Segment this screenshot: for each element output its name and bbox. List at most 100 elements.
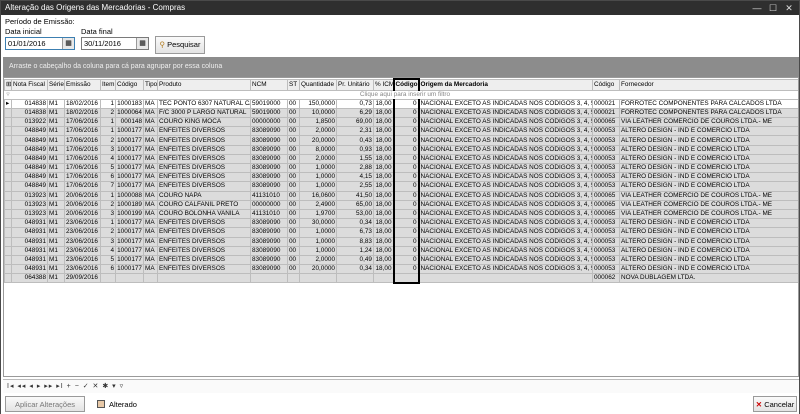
table-cell[interactable]: COURO CALFANIL PRETO xyxy=(157,199,251,210)
table-cell[interactable]: M1 xyxy=(47,126,65,137)
row-indicator[interactable] xyxy=(4,126,12,137)
table-cell[interactable]: 83089090 xyxy=(250,181,288,192)
table-cell[interactable]: 00 xyxy=(287,135,300,146)
table-row[interactable]: 013923 M1 20/06/2016 1 1000088 MA COURO NAPA 41… xyxy=(4,190,798,201)
table-cell[interactable]: VIA LEATHER COMERCIO DE COUROS LTDA.- ME xyxy=(619,190,798,201)
table-cell[interactable]: ALTERO DESIGN - IND E COMERCIO LTDA xyxy=(619,172,798,183)
column-header[interactable]: Código xyxy=(592,78,620,91)
table-cell[interactable]: 29/09/2016 xyxy=(64,273,101,284)
table-cell[interactable]: 0 xyxy=(392,162,420,174)
table-cell[interactable]: 1 xyxy=(100,218,116,229)
table-cell[interactable] xyxy=(143,273,158,284)
table-row[interactable]: 048931 M1 23/06/2016 6 1000177 MA ENFEITES DIV… xyxy=(4,264,798,275)
table-cell[interactable]: 2,31 xyxy=(336,126,374,137)
table-cell[interactable]: ALTERO DESIGN - IND E COMERCIO LTDA xyxy=(619,153,798,165)
table-cell[interactable]: 00 xyxy=(287,227,300,238)
table-cell[interactable]: 048849 xyxy=(11,162,48,174)
start-date-input[interactable]: 01/01/2016 ▦ xyxy=(5,37,75,50)
table-cell[interactable]: 1000177 xyxy=(115,218,144,229)
table-cell[interactable]: 2 xyxy=(100,107,116,119)
table-cell[interactable]: 3 xyxy=(100,236,116,247)
table-cell[interactable]: 1000177 xyxy=(115,236,144,247)
table-cell[interactable]: MA xyxy=(143,117,158,128)
table-cell[interactable]: 1,0000 xyxy=(299,227,337,238)
table-cell[interactable]: 1,9700 xyxy=(299,208,337,220)
table-cell[interactable]: 1000177 xyxy=(115,227,144,238)
table-cell[interactable]: NACIONAL EXCETO AS INDICADAS NOS CODIGOS… xyxy=(418,218,593,229)
table-cell[interactable]: 000065 xyxy=(592,208,620,220)
table-cell[interactable]: 000053 xyxy=(592,218,620,229)
table-row[interactable]: 048849 M1 17/06/2016 2 1000177 MA ENFEITES DIV… xyxy=(4,135,798,146)
table-cell[interactable]: 6 xyxy=(100,264,116,275)
table-cell[interactable]: M1 xyxy=(47,162,65,174)
table-cell[interactable]: 18/02/2016 xyxy=(64,98,101,109)
table-cell[interactable]: ENFEITES DIVERSOS xyxy=(157,181,251,192)
table-cell[interactable]: 18,00 xyxy=(373,162,394,174)
table-cell[interactable]: ALTERO DESIGN - IND E COMERCIO LTDA xyxy=(619,236,798,247)
table-cell[interactable]: 4,15 xyxy=(336,172,374,183)
table-cell[interactable] xyxy=(250,273,288,284)
table-cell[interactable]: M1 xyxy=(47,273,65,284)
table-cell[interactable]: 7 xyxy=(100,181,116,192)
row-indicator[interactable] xyxy=(4,153,12,165)
table-cell[interactable]: 1000064 xyxy=(115,107,144,119)
row-indicator[interactable] xyxy=(4,117,12,128)
row-indicator[interactable] xyxy=(4,227,12,238)
table-cell[interactable]: 0 xyxy=(392,218,420,229)
table-cell[interactable]: NACIONAL EXCETO AS INDICADAS NOS CODIGOS… xyxy=(418,172,593,183)
table-cell[interactable]: 20/06/2016 xyxy=(64,190,101,201)
table-cell[interactable]: NACIONAL EXCETO AS INDICADAS NOS CODIGOS… xyxy=(418,227,593,238)
table-cell[interactable]: 83089090 xyxy=(250,254,288,266)
table-cell[interactable]: MA xyxy=(143,135,158,146)
table-cell[interactable]: 1,0000 xyxy=(299,172,337,183)
table-cell[interactable]: 83089090 xyxy=(250,126,288,137)
table-cell[interactable]: 0 xyxy=(392,153,420,165)
table-cell[interactable]: 1000177 xyxy=(115,264,144,275)
search-button[interactable]: ⚲ Pesquisar xyxy=(155,36,205,54)
table-cell[interactable]: 83089090 xyxy=(250,218,288,229)
table-cell[interactable]: 000053 xyxy=(592,126,620,137)
table-cell[interactable]: 30,0000 xyxy=(299,218,337,229)
column-header[interactable]: Emissão xyxy=(64,78,101,91)
table-row[interactable]: 048849 M1 17/06/2016 4 1000177 MA ENFEITES DIV… xyxy=(4,153,798,165)
table-cell[interactable]: 2 xyxy=(100,135,116,146)
table-cell[interactable]: 000053 xyxy=(592,162,620,174)
table-row[interactable]: 048849 M1 17/06/2016 6 1000177 MA ENFEITES DIV… xyxy=(4,172,798,183)
table-cell[interactable]: M1 xyxy=(47,245,65,256)
table-cell[interactable]: 5 xyxy=(100,162,116,174)
table-cell[interactable]: 2 xyxy=(100,199,116,210)
table-cell[interactable]: M1 xyxy=(47,208,65,220)
column-header[interactable]: % ICMS xyxy=(373,78,394,91)
table-cell[interactable]: 8,83 xyxy=(336,236,374,247)
table-cell[interactable]: 0,49 xyxy=(336,254,374,266)
table-cell[interactable]: 0 xyxy=(392,144,420,155)
table-cell[interactable]: 048931 xyxy=(11,254,48,266)
table-cell[interactable]: 69,00 xyxy=(336,117,374,128)
table-cell[interactable]: 00 xyxy=(287,117,300,128)
column-header[interactable]: Tipo xyxy=(143,78,158,91)
table-cell[interactable]: 1,0000 xyxy=(299,181,337,192)
table-cell[interactable]: 83089090 xyxy=(250,227,288,238)
table-row[interactable]: 013923 M1 20/06/2016 3 1000199 MA COURO BOLONH… xyxy=(4,208,798,220)
table-cell[interactable]: 1,0000 xyxy=(299,162,337,174)
table-cell[interactable]: 048931 xyxy=(11,218,48,229)
row-indicator[interactable] xyxy=(4,245,12,256)
table-cell[interactable]: 18,00 xyxy=(373,98,394,109)
table-cell[interactable]: 1000199 xyxy=(115,208,144,220)
table-cell[interactable]: 23/06/2016 xyxy=(64,236,101,247)
table-cell[interactable]: MA xyxy=(143,227,158,238)
table-cell[interactable]: MA xyxy=(143,208,158,220)
table-cell[interactable]: NOVA DUBLAGEM LTDA. xyxy=(619,273,798,284)
table-cell[interactable]: 00 xyxy=(287,218,300,229)
table-cell[interactable]: 064388 xyxy=(11,273,48,284)
table-cell[interactable]: NACIONAL EXCETO AS INDICADAS NOS CODIGOS… xyxy=(418,190,593,201)
column-header[interactable]: ST xyxy=(287,78,300,91)
row-indicator[interactable] xyxy=(4,273,12,284)
table-cell[interactable]: NACIONAL EXCETO AS INDICADAS NOS CODIGOS… xyxy=(418,245,593,256)
end-date-input[interactable]: 30/11/2016 ▦ xyxy=(81,37,149,50)
column-header[interactable]: Pr. Unitário xyxy=(336,78,374,91)
table-cell[interactable] xyxy=(418,273,593,284)
table-cell[interactable]: 0 xyxy=(392,117,420,128)
table-cell[interactable]: M1 xyxy=(47,236,65,247)
table-cell[interactable]: 013923 xyxy=(11,190,48,201)
